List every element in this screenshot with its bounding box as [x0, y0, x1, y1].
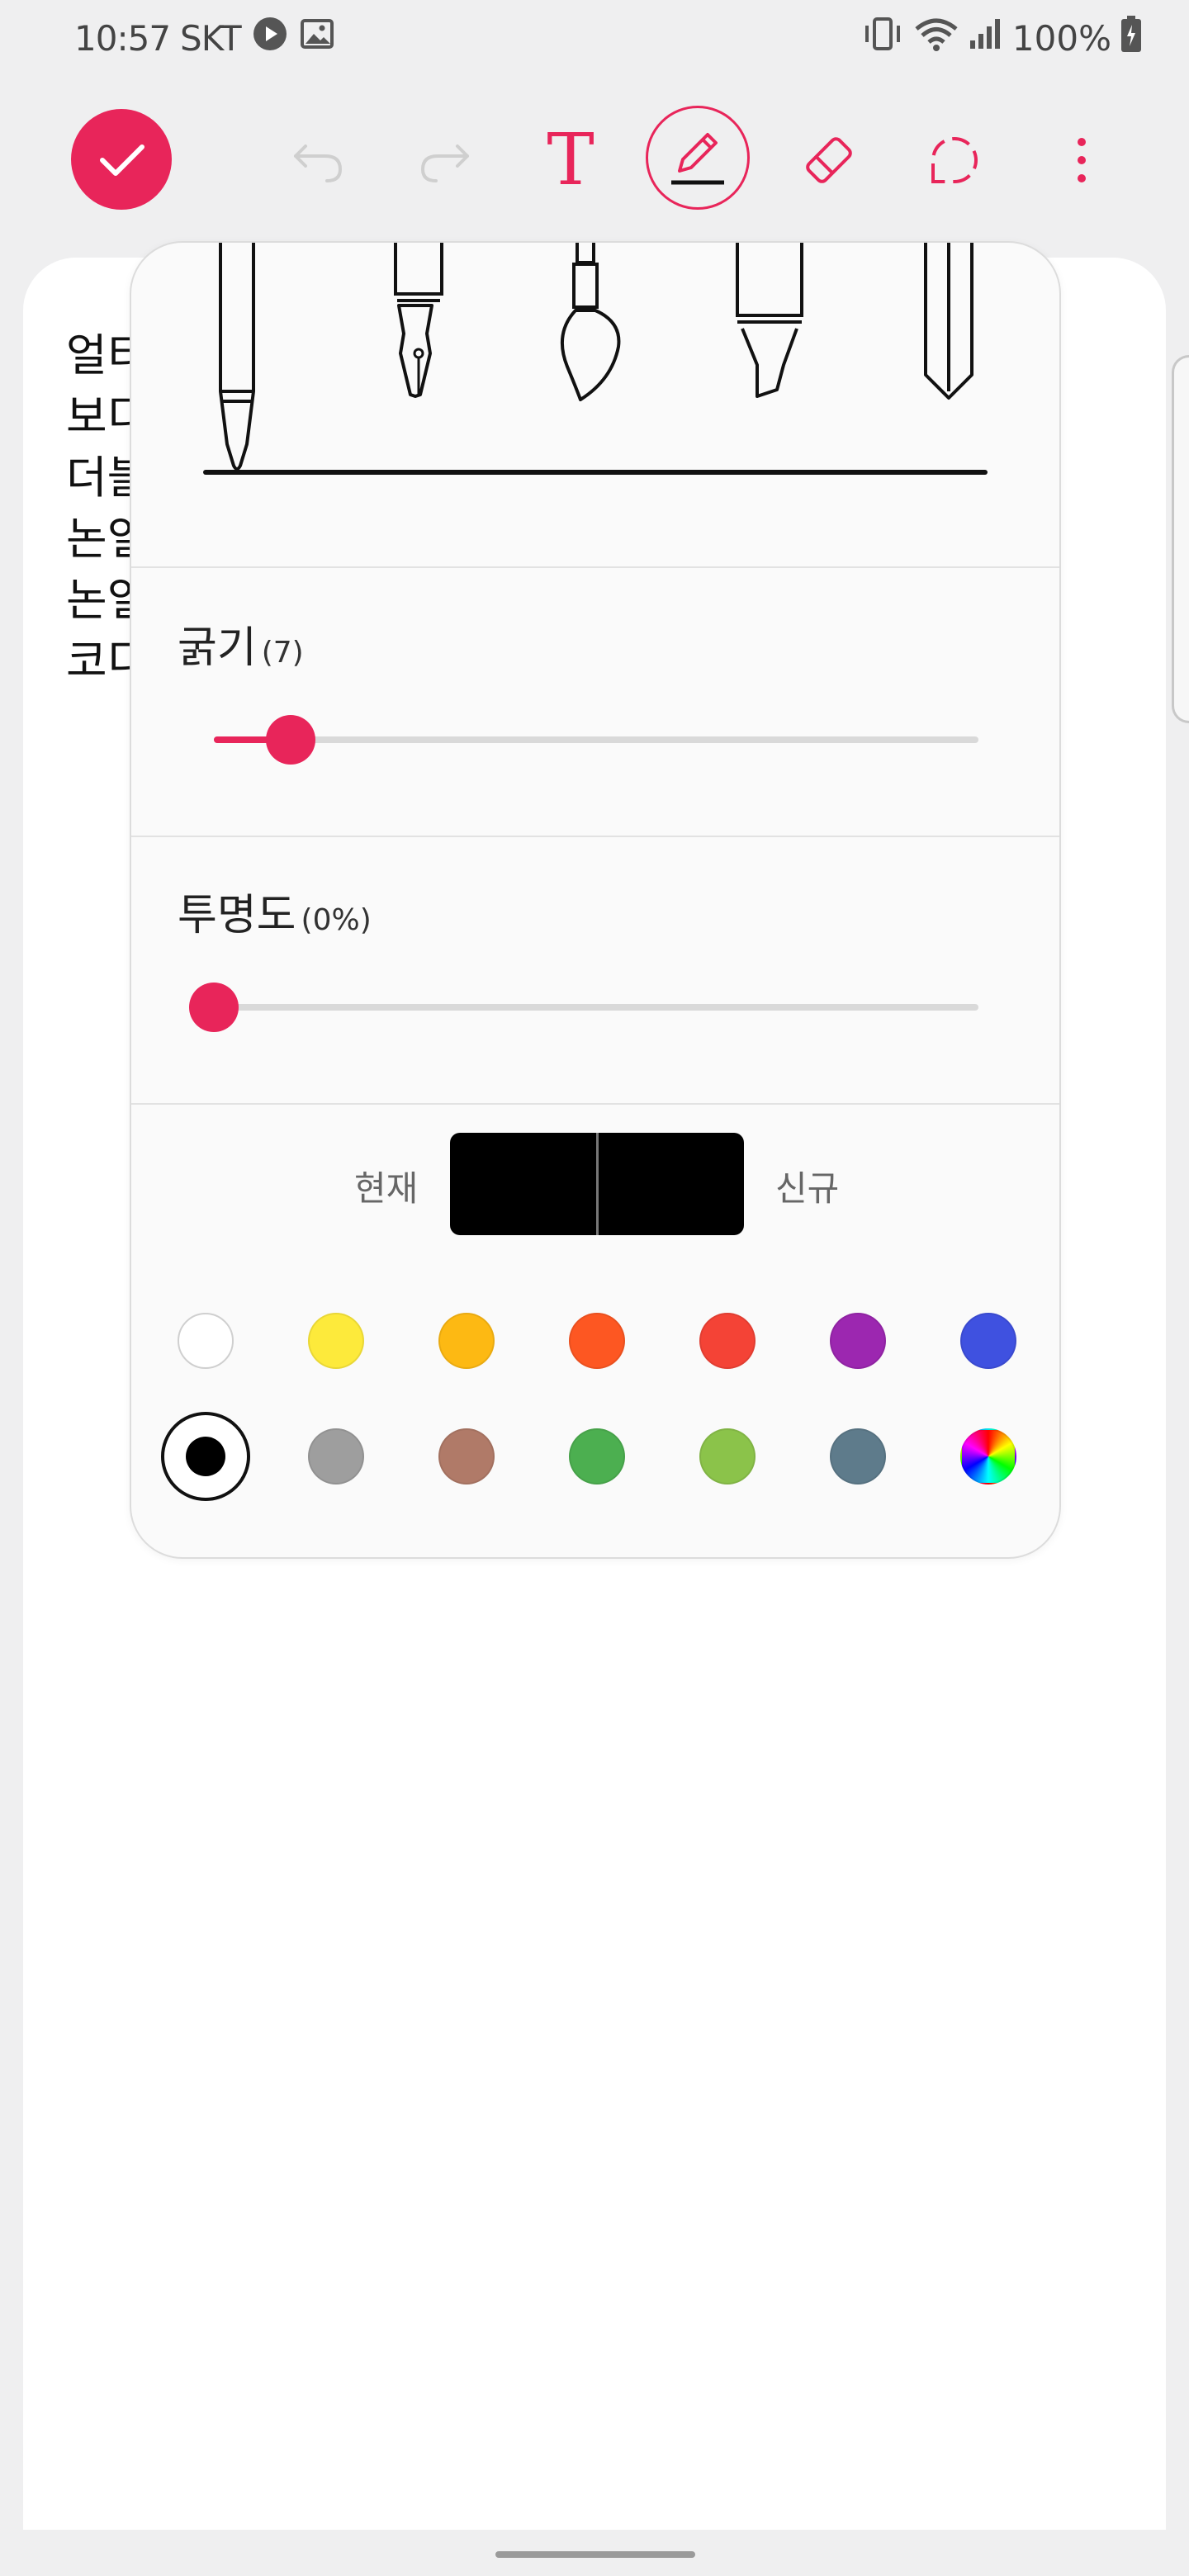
color-swatch[interactable]: [438, 1428, 495, 1485]
lasso-tool-button[interactable]: [915, 121, 994, 200]
color-preview: [450, 1133, 744, 1235]
color-picker-swatch[interactable]: [960, 1428, 1016, 1485]
pen-type-fountain[interactable]: [394, 243, 443, 398]
color-swatch[interactable]: [699, 1428, 756, 1485]
wifi-icon: [913, 16, 959, 60]
color-swatch[interactable]: [960, 1313, 1016, 1369]
current-color-label: 현재: [354, 1168, 419, 1209]
color-swatch[interactable]: [438, 1313, 495, 1369]
side-panel-handle[interactable]: [1172, 355, 1189, 723]
new-color-swatch: [598, 1133, 744, 1235]
divider: [131, 566, 1059, 568]
pen-type-ballpoint[interactable]: [219, 243, 255, 471]
thickness-label: 굵기 (7): [178, 613, 304, 675]
more-vertical-icon: [1078, 138, 1086, 182]
home-indicator[interactable]: [495, 2551, 695, 2558]
selected-color-dot: [186, 1437, 225, 1476]
checkmark-icon: [100, 144, 144, 176]
divider: [131, 836, 1059, 837]
current-color-swatch: [450, 1133, 596, 1235]
thickness-slider-thumb[interactable]: [265, 715, 315, 765]
color-swatch[interactable]: [569, 1428, 625, 1485]
opacity-title: 투명도: [178, 891, 296, 940]
color-swatch[interactable]: [569, 1313, 625, 1369]
text-tool-button[interactable]: T: [533, 121, 608, 200]
opacity-value: (0%): [301, 903, 372, 937]
pen-tool-button[interactable]: [646, 106, 750, 210]
status-carrier: SKT: [180, 17, 242, 59]
pen-type-selector: [131, 243, 1059, 566]
new-color-label: 신규: [775, 1168, 840, 1209]
lasso-icon: [931, 137, 978, 183]
text-tool-icon: T: [547, 119, 594, 201]
image-icon: [299, 16, 335, 60]
status-bar: 10:57 SKT 100%: [0, 0, 1189, 76]
color-swatch-selected[interactable]: [161, 1412, 250, 1501]
redo-button[interactable]: [408, 124, 482, 198]
color-swatch[interactable]: [830, 1313, 886, 1369]
play-icon: [251, 15, 289, 61]
status-time: 10:57: [74, 17, 171, 59]
color-swatch[interactable]: [830, 1428, 886, 1485]
redo-icon: [420, 144, 469, 182]
pen-icon: [671, 133, 724, 185]
color-swatch[interactable]: [699, 1313, 756, 1369]
opacity-slider[interactable]: [189, 983, 978, 1032]
battery-icon: [1120, 15, 1143, 61]
pen-settings-popup: 굵기 (7) 투명도 (0%) 현재 신규: [130, 241, 1061, 1559]
color-swatch[interactable]: [178, 1313, 234, 1369]
eraser-tool-button[interactable]: [789, 121, 869, 200]
thickness-value: (7): [261, 636, 304, 670]
pen-type-calligraphy[interactable]: [924, 243, 973, 400]
divider: [131, 1103, 1059, 1105]
battery-percent: 100%: [1011, 17, 1111, 59]
pen-type-highlighter[interactable]: [736, 243, 803, 398]
opacity-label: 투명도 (0%): [178, 880, 372, 942]
vibrate-icon: [860, 16, 905, 60]
color-swatch[interactable]: [308, 1428, 364, 1485]
undo-button[interactable]: [281, 124, 355, 198]
drawing-toolbar: T: [0, 99, 1189, 223]
undo-icon: [294, 144, 343, 182]
eraser-icon: [806, 137, 852, 183]
done-button[interactable]: [71, 109, 172, 210]
opacity-slider-thumb[interactable]: [189, 983, 239, 1032]
thickness-title: 굵기: [178, 623, 257, 673]
pen-type-brush[interactable]: [561, 243, 621, 401]
signal-icon: [968, 16, 1004, 60]
thickness-slider[interactable]: [214, 715, 978, 765]
more-options-button[interactable]: [1049, 121, 1115, 200]
color-swatch[interactable]: [308, 1313, 364, 1369]
